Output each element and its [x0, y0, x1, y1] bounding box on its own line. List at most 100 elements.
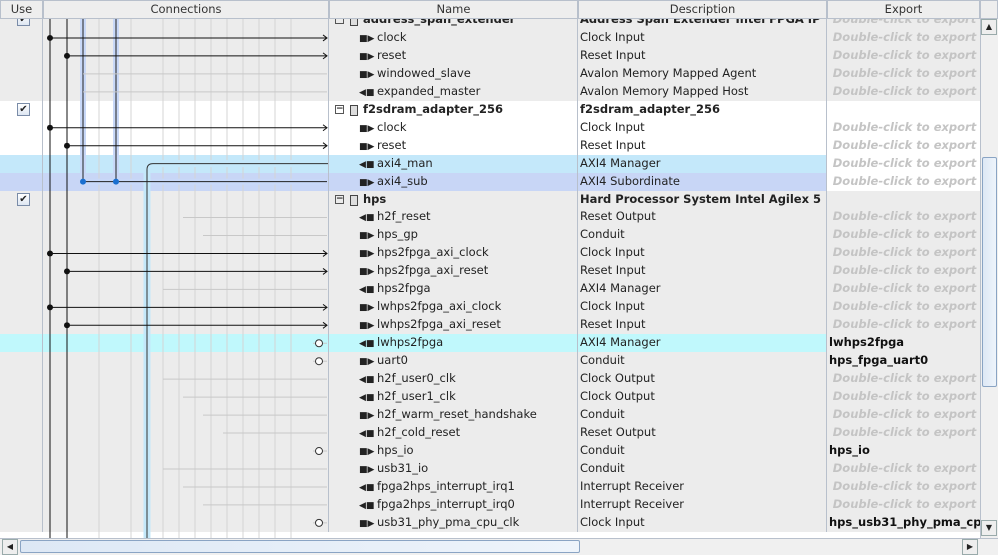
name-cell[interactable]: ■▶ windowed_slave — [329, 64, 578, 83]
export-cell[interactable]: Double-click to export — [827, 424, 980, 442]
header-export[interactable]: Export — [827, 0, 980, 19]
interface-row[interactable]: ◀■ fpga2hps_interrupt_irq0 Interrupt Recei… — [0, 495, 980, 514]
name-cell[interactable]: ◀■ h2f_user0_clk — [329, 370, 578, 389]
export-cell[interactable]: Double-click to export — [827, 137, 980, 155]
name-cell[interactable]: ■▶ lwhps2fpga_axi_clock — [329, 298, 578, 317]
name-cell[interactable]: ■▶ h2f_warm_reset_handshake — [329, 405, 578, 424]
connections-cell[interactable] — [43, 495, 329, 514]
export-cell[interactable]: Double-click to export — [827, 496, 980, 514]
use-checkbox[interactable]: ✔ — [17, 102, 30, 116]
connections-cell[interactable] — [43, 172, 329, 191]
connections-cell[interactable] — [43, 388, 329, 406]
vertical-scrollbar[interactable]: ▲ ▼ — [980, 19, 998, 538]
export-cell[interactable]: Double-click to export — [827, 280, 980, 298]
name-cell[interactable]: ■▶ lwhps2fpga_axi_reset — [329, 316, 578, 335]
name-cell[interactable]: ■▶ reset — [329, 136, 578, 155]
name-cell[interactable]: ◀■ hps2fpga — [329, 280, 578, 299]
header-description[interactable]: Description — [578, 0, 827, 19]
header-use[interactable]: Use — [0, 0, 43, 19]
interface-row[interactable]: ◀■ h2f_reset Reset Output Double-click to e… — [0, 208, 980, 227]
export-cell[interactable]: Double-click to export — [827, 370, 980, 388]
connections-cell[interactable] — [43, 316, 329, 335]
name-cell[interactable]: ◀■ expanded_master — [329, 82, 578, 101]
connections-cell[interactable] — [43, 262, 329, 281]
connections-cell[interactable] — [43, 208, 329, 227]
interface-row[interactable]: ■▶ clock Clock Input Double-click to export — [0, 118, 980, 137]
name-cell[interactable]: ■▶ hps2fpga_axi_reset — [329, 262, 578, 281]
name-cell[interactable]: ◀■ fpga2hps_interrupt_irq0 — [329, 495, 578, 514]
name-cell[interactable]: ◀■ h2f_cold_reset — [329, 423, 578, 442]
export-cell[interactable]: hps_usb31_phy_pma_cp... — [827, 514, 980, 532]
export-cell[interactable]: Double-click to export — [827, 19, 980, 29]
export-cell[interactable]: Double-click to export — [827, 226, 980, 244]
interface-row[interactable]: ◀■ axi4_man AXI4 Manager Double-click to ex… — [0, 154, 980, 173]
connections-cell[interactable] — [43, 64, 329, 83]
name-cell[interactable]: ■▶ clock — [329, 118, 578, 137]
interface-row[interactable]: ■▶ axi4_sub AXI4 Subordinate Double-click t… — [0, 172, 980, 191]
connections-cell[interactable] — [43, 100, 329, 119]
export-cell[interactable]: Double-click to export — [827, 65, 980, 83]
connections-cell[interactable] — [43, 19, 329, 29]
interface-row[interactable]: ■▶ lwhps2fpga_axi_reset Reset Input Double-… — [0, 316, 980, 335]
collapse-toggle-icon[interactable]: − — [335, 19, 344, 24]
connections-cell[interactable] — [43, 226, 329, 245]
name-cell[interactable]: ◀■ lwhps2fpga — [329, 334, 578, 353]
connections-cell[interactable] — [43, 154, 329, 173]
interface-row[interactable]: ◀■ h2f_cold_reset Reset Output Double-click… — [0, 423, 980, 442]
connections-cell[interactable] — [43, 190, 329, 209]
connections-cell[interactable] — [43, 441, 329, 460]
interface-row[interactable]: ■▶ h2f_warm_reset_handshake Conduit Double-… — [0, 405, 980, 424]
connections-cell[interactable] — [43, 82, 329, 101]
name-cell[interactable]: ■▶ axi4_sub — [329, 172, 578, 191]
interface-row[interactable]: ◀■ expanded_master Avalon Memory Mapped Ho… — [0, 82, 980, 101]
scroll-left-button[interactable]: ◀ — [2, 539, 18, 555]
horizontal-scroll-thumb[interactable] — [20, 540, 580, 553]
connections-cell[interactable] — [43, 244, 329, 263]
export-cell[interactable]: Double-click to export — [827, 208, 980, 226]
connections-cell[interactable] — [43, 370, 329, 389]
name-cell[interactable]: ■▶ reset — [329, 46, 578, 65]
scroll-down-button[interactable]: ▼ — [981, 520, 997, 536]
interface-row[interactable]: ■▶ hps2fpga_axi_clock Clock Input Double-cl… — [0, 244, 980, 263]
name-cell[interactable]: ◀■ fpga2hps_interrupt_irq1 — [329, 477, 578, 496]
connections-cell[interactable] — [43, 459, 329, 478]
name-cell[interactable]: ■▶ clock — [329, 28, 578, 47]
header-connections[interactable]: Connections — [43, 0, 329, 19]
interface-row[interactable]: ■▶ lwhps2fpga_axi_clock Clock Input Double-… — [0, 298, 980, 317]
header-name[interactable]: Name — [329, 0, 578, 19]
interface-row[interactable]: ■▶ hps_gp Conduit Double-click to export — [0, 226, 980, 245]
name-cell[interactable]: − hps — [329, 190, 578, 209]
connections-cell[interactable] — [43, 334, 329, 353]
export-cell[interactable]: Double-click to export — [827, 316, 980, 334]
interface-row[interactable]: ■▶ reset Reset Input Double-click to export — [0, 136, 980, 155]
connections-cell[interactable] — [43, 280, 329, 299]
export-cell[interactable]: hps_fpga_uart0 — [827, 352, 980, 370]
export-cell[interactable]: Double-click to export — [827, 262, 980, 280]
name-cell[interactable]: ■▶ hps2fpga_axi_clock — [329, 244, 578, 263]
connections-cell[interactable] — [43, 46, 329, 65]
interface-row[interactable]: ◀■ h2f_user0_clk Clock Output Double-click … — [0, 370, 980, 389]
name-cell[interactable]: − f2sdram_adapter_256 — [329, 100, 578, 119]
name-cell[interactable]: ■▶ hps_io — [329, 441, 578, 460]
name-cell[interactable]: ■▶ usb31_phy_pma_cpu_clk — [329, 513, 578, 532]
scroll-up-button[interactable]: ▲ — [981, 19, 997, 35]
interface-row[interactable]: ■▶ hps2fpga_axi_reset Reset Input Double-cl… — [0, 262, 980, 281]
name-cell[interactable]: ◀■ h2f_user1_clk — [329, 388, 578, 406]
export-cell[interactable]: Double-click to export — [827, 47, 980, 65]
interface-row[interactable]: ■▶ reset Reset Input Double-click to export — [0, 46, 980, 65]
export-cell[interactable]: Double-click to export — [827, 406, 980, 424]
interface-row[interactable]: ◀■ hps2fpga AXI4 Manager Double-click to ex… — [0, 280, 980, 299]
connections-cell[interactable] — [43, 405, 329, 424]
export-cell[interactable]: Double-click to export — [827, 155, 980, 173]
name-cell[interactable]: ■▶ usb31_io — [329, 459, 578, 478]
export-cell[interactable]: Double-click to export — [827, 478, 980, 496]
interface-row[interactable]: ■▶ usb31_io Conduit Double-click to export — [0, 459, 980, 478]
name-cell[interactable]: ◀■ axi4_man — [329, 154, 578, 173]
collapse-toggle-icon[interactable]: − — [335, 104, 344, 114]
export-cell[interactable]: Double-click to export — [827, 83, 980, 101]
horizontal-scrollbar[interactable]: ◀ ▶ — [0, 538, 998, 555]
interface-row[interactable]: ■▶ usb31_phy_pma_cpu_clk Clock Input hps_us… — [0, 513, 980, 532]
component-row[interactable]: ✔ − hps Hard Processor System Intel Agilex … — [0, 190, 980, 209]
name-cell[interactable]: ■▶ uart0 — [329, 352, 578, 371]
use-checkbox[interactable]: ✔ — [17, 192, 30, 206]
